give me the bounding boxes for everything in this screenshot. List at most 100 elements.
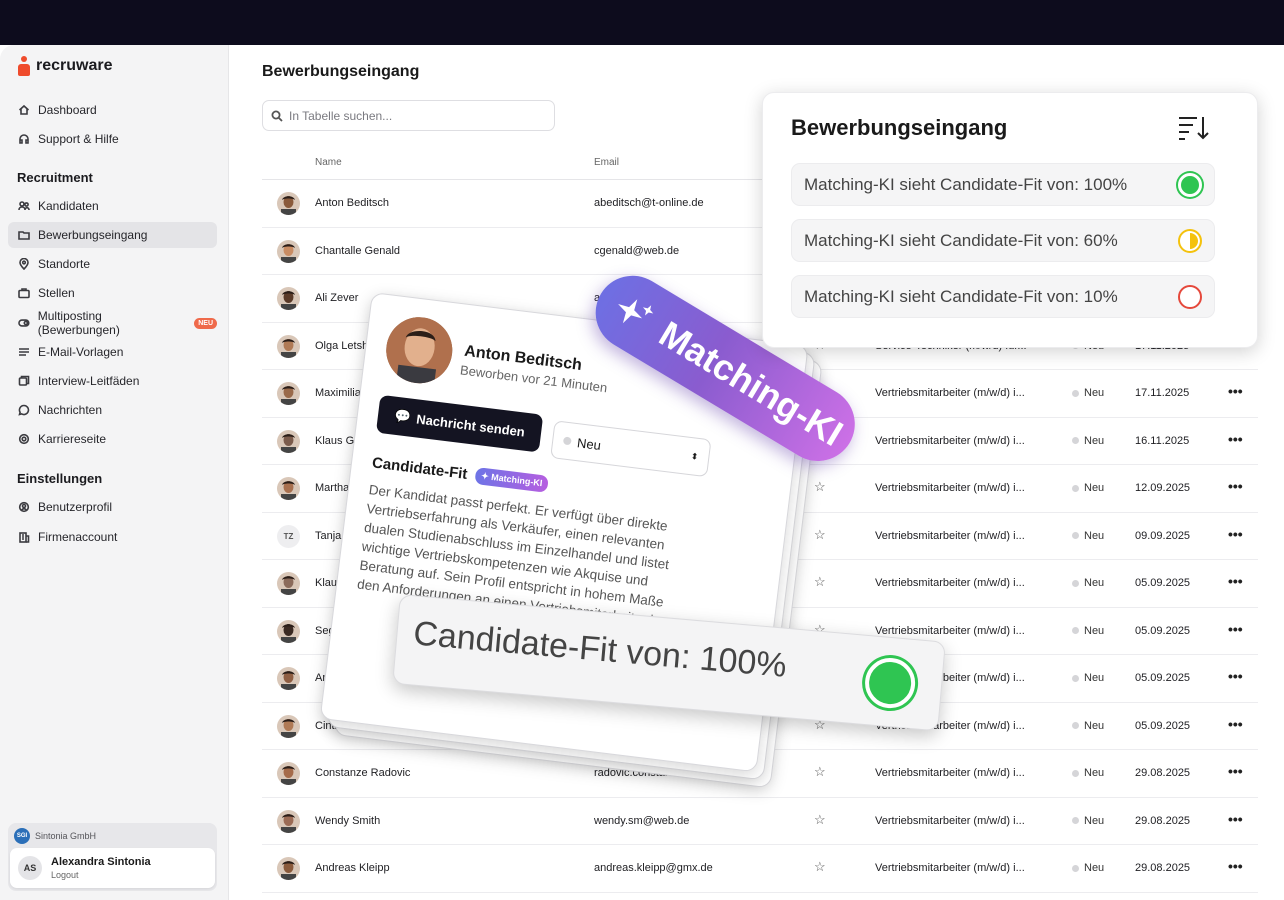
fit-filter-item[interactable]: Matching-KI sieht Candidate-Fit von: 100… (791, 163, 1215, 206)
applied-date: 09.09.2025 (1135, 529, 1191, 542)
column-header-email[interactable]: Email (594, 157, 619, 168)
avatar (277, 239, 300, 263)
candidate-email: cgenald@web.de (594, 244, 680, 257)
org-name: Sintonia GmbH (35, 831, 97, 841)
fit-filter-item[interactable]: Matching-KI sieht Candidate-Fit von: 60% (791, 219, 1215, 262)
status-label: Neu (1084, 862, 1105, 874)
sidebar-item-email-vorlagen[interactable]: E-Mail-Vorlagen (8, 339, 217, 365)
avatar (277, 857, 300, 880)
fit-full-circle-icon (863, 655, 918, 711)
status-dot-icon (1072, 817, 1079, 824)
sort-descending-icon[interactable] (1177, 113, 1211, 143)
candidate-email: wendy.sm@web.de (594, 814, 690, 827)
column-header-name[interactable]: Name (315, 157, 342, 168)
panel-title: Bewerbungseingang (791, 115, 1008, 140)
status-dot-icon (1072, 769, 1079, 777)
map-pin-icon (19, 258, 29, 270)
sidebar-item-multiposting[interactable]: Multiposting (Bewerbungen) NEU (8, 309, 217, 337)
window-top-bar (0, 0, 1284, 45)
more-actions-icon[interactable]: ••• (1228, 811, 1243, 827)
candidate-name[interactable]: Anton Beditsch (315, 197, 389, 209)
status-dot-icon (1072, 674, 1079, 682)
more-actions-icon[interactable]: ••• (1228, 668, 1243, 684)
sidebar-item-firmenaccount[interactable]: Firmenaccount (8, 524, 217, 550)
sidebar-item-interview-leitfaeden[interactable]: Interview-Leitfäden (8, 368, 217, 394)
more-actions-icon[interactable]: ••• (1228, 716, 1243, 732)
sidebar-item-dashboard[interactable]: Dashboard (8, 97, 217, 123)
star-icon[interactable]: ☆ (814, 527, 826, 543)
avatar (277, 619, 300, 643)
candidate-name[interactable]: Constanze Radovic (315, 767, 410, 779)
job-title: Vertriebsmitarbeiter (m/w/d) i... (875, 624, 1025, 637)
fit-filter-label: Matching-KI sieht Candidate-Fit von: 10% (804, 286, 1118, 306)
org-header: SGI Sintonia GmbH (14, 828, 96, 844)
sidebar-item-standorte[interactable]: Standorte (8, 251, 217, 277)
status-dot-icon (1072, 484, 1079, 492)
more-actions-icon[interactable]: ••• (1228, 763, 1243, 779)
fit-filter-item[interactable]: Matching-KI sieht Candidate-Fit von: 10% (791, 275, 1215, 318)
applied-date: 29.08.2025 (1135, 767, 1191, 779)
sidebar-item-stellen[interactable]: Stellen (8, 280, 217, 306)
star-icon[interactable]: ☆ (814, 479, 826, 495)
table-row[interactable]: Wendy Smith wendy.sm@web.de ☆ Vertriebsmita… (262, 798, 1258, 845)
star-icon[interactable]: ☆ (814, 859, 826, 875)
status-label: Neu (1084, 814, 1105, 827)
status-badge: Neu (1072, 577, 1104, 589)
status-badge: Neu (1072, 767, 1104, 779)
star-icon[interactable]: ☆ (814, 574, 826, 590)
star-icon[interactable]: ☆ (814, 812, 826, 828)
sidebar-item-nachrichten[interactable]: Nachrichten (8, 397, 217, 423)
fit-full-circle-icon (1178, 173, 1202, 197)
sidebar-item-bewerbungseingang[interactable]: Bewerbungseingang (8, 222, 217, 248)
more-actions-icon[interactable]: ••• (1228, 621, 1243, 637)
send-message-button[interactable]: 💬 Nachricht senden (375, 394, 544, 453)
org-switcher[interactable]: SGI Sintonia GmbH AS Alexandra Sintonia … (8, 823, 217, 891)
sidebar-item-support[interactable]: Support & Hilfe (8, 126, 217, 152)
avatar (277, 192, 300, 215)
avatar (277, 429, 300, 453)
more-actions-icon[interactable]: ••• (1228, 478, 1243, 494)
user-card[interactable]: AS Alexandra Sintonia Logout (10, 848, 215, 888)
sidebar-item-benutzerprofil[interactable]: Benutzerprofil (8, 494, 217, 520)
status-label: Neu (1084, 767, 1105, 779)
applied-date: 05.09.2025 (1135, 577, 1191, 589)
sidebar-item-kandidaten[interactable]: Kandidaten (8, 193, 217, 219)
sidebar-item-label: Standorte (38, 257, 91, 271)
chat-icon (18, 404, 30, 416)
more-actions-icon[interactable]: ••• (1228, 858, 1243, 874)
avatar (277, 477, 300, 500)
status-badge: Neu (1072, 720, 1104, 732)
more-actions-icon[interactable]: ••• (1228, 383, 1243, 399)
page-title: Bewerbungseingang (262, 63, 420, 80)
candidate-name[interactable]: Chantalle Genald (315, 245, 400, 257)
logo-mark-icon (17, 56, 31, 76)
more-actions-icon[interactable]: ••• (1228, 573, 1243, 589)
status-label: Neu (1084, 577, 1105, 589)
status-label: Neu (1084, 529, 1105, 542)
table-row[interactable]: Andreas Kleipp andreas.kleipp@gmx.de ☆ Vert… (262, 845, 1258, 893)
fit-label: Candidate-Fit von: 100% (411, 614, 789, 685)
candidate-name[interactable]: Ali Zever (315, 292, 358, 304)
avatar (277, 287, 300, 310)
section-recruitment: Recruitment (17, 170, 93, 185)
avatar: AS (18, 856, 42, 880)
candidate-name[interactable]: Wendy Smith (315, 815, 380, 827)
candidate-name[interactable]: Andreas Kleipp (315, 862, 390, 874)
sidebar-item-karriereseite[interactable]: Karriereseite (8, 426, 217, 452)
job-title: Vertriebsmitarbeiter (m/w/d) i... (875, 814, 1025, 827)
settings-user-icon (18, 501, 30, 513)
brand-logo[interactable]: recruware (17, 56, 113, 76)
status-select[interactable]: Neu ⬍ (550, 420, 712, 478)
candidate-photo (382, 313, 457, 387)
portrait-image (382, 313, 457, 387)
more-actions-icon[interactable]: ••• (1228, 431, 1243, 447)
search-input[interactable]: In Tabelle suchen... (262, 100, 555, 131)
job-title: Vertriebsmitarbeiter (m/w/d) i... (875, 767, 1025, 779)
more-actions-icon[interactable]: ••• (1228, 526, 1243, 542)
status-badge: Neu (1072, 815, 1104, 827)
star-icon[interactable]: ☆ (814, 764, 826, 780)
logout-link[interactable]: Logout (51, 870, 79, 880)
home-icon (18, 104, 30, 115)
sidebar-item-label: Nachrichten (38, 403, 103, 417)
list-icon (19, 348, 29, 356)
